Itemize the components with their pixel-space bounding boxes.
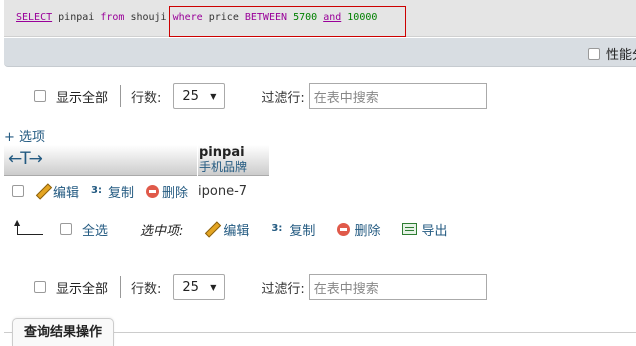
show-all-checkbox-top[interactable]: [34, 90, 46, 102]
filter-label-bottom: 过滤行:: [261, 281, 305, 297]
pencil-icon: [205, 222, 219, 236]
select-all-label[interactable]: 全选: [82, 220, 108, 239]
divider: [120, 276, 122, 298]
sql-select-keyword[interactable]: SELECT: [16, 12, 52, 23]
pencil-icon: [36, 184, 50, 198]
show-all-checkbox-bottom[interactable]: [34, 281, 46, 293]
chevron-down-icon: ▼: [210, 91, 217, 101]
row-copy-link[interactable]: 3: 复制: [91, 182, 134, 201]
filter-input-top[interactable]: 在表中搜索: [308, 83, 487, 109]
bulk-copy-button[interactable]: 3: 复制: [271, 220, 315, 239]
rows-select-top[interactable]: 25 ▼: [173, 83, 226, 109]
column-comment: 手机品牌: [199, 160, 248, 174]
bulk-export-label: 导出: [421, 223, 448, 239]
copy-icon: 3:: [91, 185, 102, 196]
copy-icon: 3:: [271, 223, 283, 234]
bulk-actions: ▲ 全选 选中项: 编辑 3: 复制 删除 导出: [14, 218, 447, 239]
row-edit-link[interactable]: 编辑: [36, 182, 79, 201]
export-icon: [402, 223, 418, 235]
profiling-option[interactable]: 性能分: [588, 44, 636, 63]
with-selected-label: 选中项:: [140, 223, 184, 239]
row-checkbox[interactable]: [12, 185, 24, 197]
highlight-annotation-box: [169, 6, 406, 37]
filter-label-top: 过滤行:: [261, 90, 305, 106]
show-all-label-top[interactable]: 显示全部: [56, 87, 108, 106]
row-edit-label: 编辑: [53, 185, 80, 201]
bulk-export-button[interactable]: 导出: [402, 220, 447, 239]
rows-select-value-bottom: 25: [182, 279, 199, 295]
row-copy-label: 复制: [108, 185, 135, 201]
delete-icon: [337, 222, 351, 236]
profiling-label: 性能分: [606, 48, 636, 63]
column-header-pinpai[interactable]: pinpai 手机品牌: [197, 145, 269, 176]
top-navigation: 显示全部 行数: 25 ▼ 过滤行: 在表中搜索: [34, 83, 487, 109]
row-delete-label: 删除: [162, 185, 189, 201]
bottom-navigation: 显示全部 行数: 25 ▼ 过滤行: 在表中搜索: [34, 274, 487, 300]
query-result-operations-tab[interactable]: 查询结果操作: [12, 318, 115, 346]
cell-pinpai: ipone-7: [198, 183, 248, 199]
bulk-edit-button[interactable]: 编辑: [205, 220, 249, 239]
row-delete-link[interactable]: 删除: [146, 182, 188, 201]
column-name[interactable]: pinpai: [199, 145, 269, 160]
rows-select-value-top: 25: [182, 88, 199, 104]
select-all-checkbox[interactable]: [60, 223, 72, 235]
table-row: 编辑 3: 复制 删除 ipone-7: [12, 182, 248, 201]
filter-input-bottom[interactable]: 在表中搜索: [308, 274, 487, 300]
arrow-up-left-icon: ▲: [14, 218, 44, 237]
options-link[interactable]: + 选项: [4, 126, 45, 145]
results-table-header: ←T→ pinpai 手机品牌: [4, 145, 269, 176]
column-arrows-icon[interactable]: ←T→: [8, 149, 43, 169]
profiling-checkbox[interactable]: [588, 47, 600, 60]
sql-column: pinpai: [58, 12, 95, 23]
sql-table: shouji: [130, 12, 167, 23]
chevron-down-icon: ▼: [210, 282, 217, 292]
bulk-edit-label: 编辑: [223, 223, 250, 239]
sql-toolbar: 性能分: [4, 38, 636, 67]
bulk-copy-label: 复制: [289, 223, 316, 239]
rows-select-bottom[interactable]: 25 ▼: [173, 274, 226, 300]
bulk-delete-label: 删除: [354, 223, 381, 239]
delete-icon: [146, 184, 160, 198]
rows-label-bottom: 行数:: [131, 281, 162, 297]
sql-from-keyword: from: [100, 12, 125, 23]
rows-label-top: 行数:: [131, 90, 162, 106]
bulk-delete-button[interactable]: 删除: [337, 220, 380, 239]
show-all-label-bottom[interactable]: 显示全部: [56, 278, 108, 297]
divider: [120, 85, 122, 107]
